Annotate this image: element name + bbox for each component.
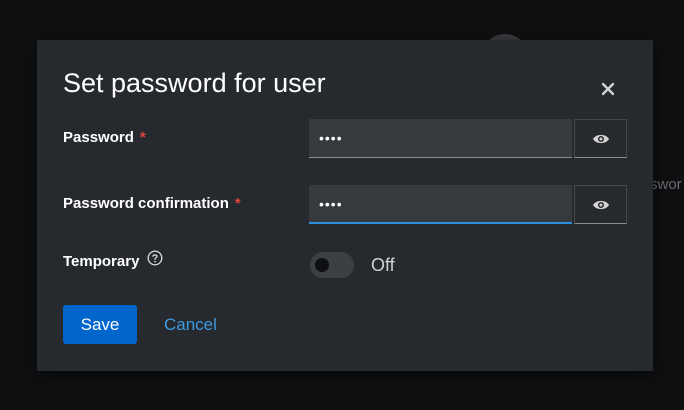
temporary-label-text: Temporary (63, 253, 140, 270)
temporary-toggle[interactable] (310, 252, 354, 278)
help-icon[interactable] (147, 250, 163, 272)
required-indicator: * (234, 195, 241, 212)
background-text: swor (650, 176, 682, 193)
password-field-group (309, 119, 627, 158)
cancel-button[interactable]: Cancel (152, 305, 229, 344)
close-icon (601, 82, 615, 96)
eye-icon (592, 134, 609, 143)
confirmation-field-group (309, 185, 627, 224)
password-label-text: Password (63, 129, 134, 146)
password-input[interactable] (309, 119, 572, 158)
eye-icon (592, 200, 609, 209)
required-indicator: * (139, 129, 146, 146)
password-confirmation-input[interactable] (309, 185, 572, 224)
toggle-knob (315, 258, 329, 272)
close-button[interactable] (595, 76, 621, 102)
save-button[interactable]: Save (63, 305, 137, 344)
temporary-state-text: Off (371, 255, 395, 275)
confirmation-label: Password confirmation * (63, 194, 241, 214)
password-label: Password * (63, 128, 146, 148)
temporary-label: Temporary (63, 250, 163, 272)
confirmation-label-text: Password confirmation (63, 195, 229, 212)
dialog-title: Set password for user (63, 68, 326, 98)
show-confirmation-button[interactable] (574, 185, 627, 224)
set-password-dialog: Set password for user Password * Password… (37, 40, 653, 371)
show-password-button[interactable] (574, 119, 627, 158)
